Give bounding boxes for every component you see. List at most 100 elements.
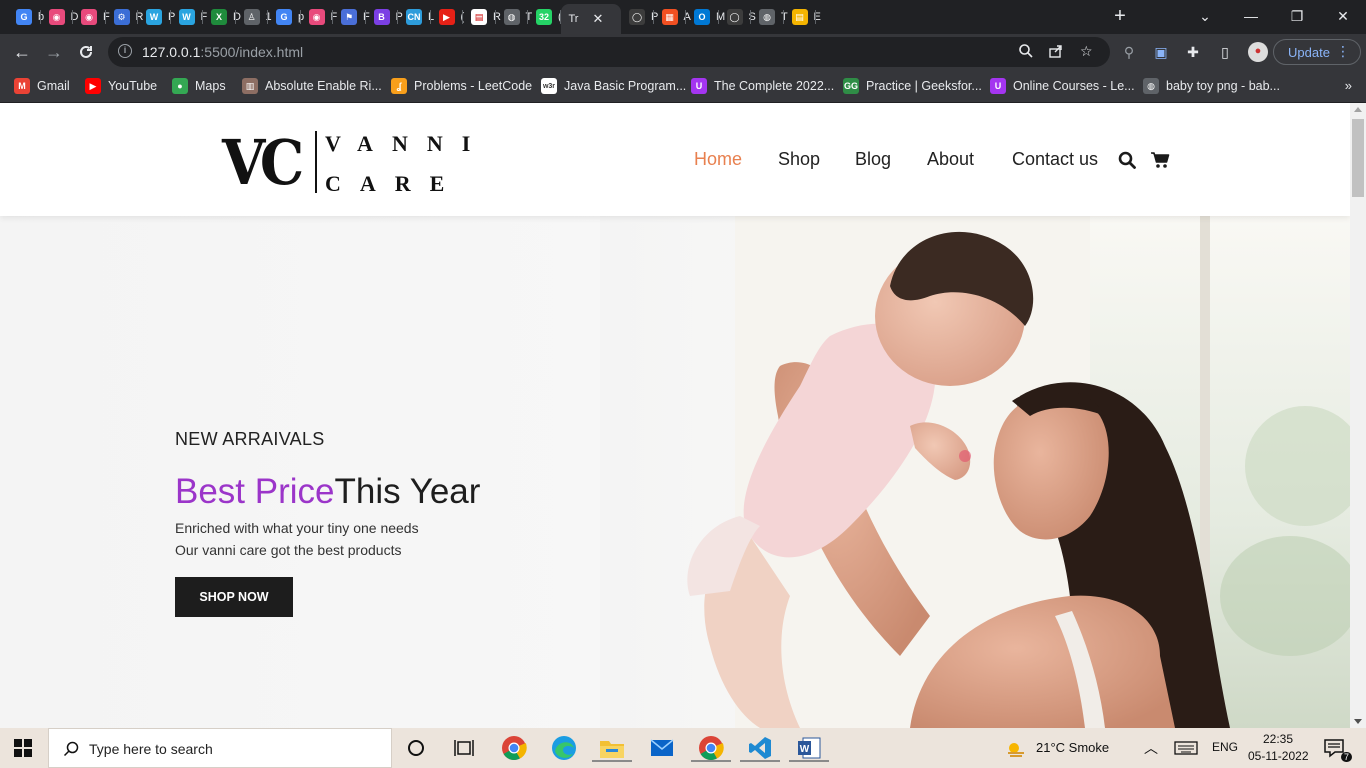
browser-tab[interactable]: ⚙ R	[106, 4, 143, 30]
mail-icon[interactable]	[648, 734, 676, 762]
bookmark-item[interactable]: U The Complete 2022...	[691, 77, 834, 95]
update-button[interactable]: Update ⋮	[1273, 39, 1361, 65]
scroll-down-icon[interactable]	[1354, 719, 1362, 724]
file-explorer-icon[interactable]	[592, 734, 632, 762]
browser-tab[interactable]: 32(	[528, 4, 562, 30]
nav-contact[interactable]: Contact us	[1012, 149, 1098, 170]
tab-favicon-icon: W	[178, 9, 195, 25]
tab-search-icon[interactable]: ⌄	[1182, 0, 1228, 32]
browser-tab[interactable]: WP	[138, 4, 175, 30]
more-bookmarks-icon[interactable]: »	[1345, 78, 1352, 93]
windows-taskbar: Type here to search W 21°C Smoke ︿ ENG 2…	[0, 728, 1366, 768]
menu-icon[interactable]: ⋮	[1336, 43, 1350, 60]
page-scrollbar[interactable]	[1350, 103, 1366, 728]
scroll-up-icon[interactable]	[1354, 107, 1362, 112]
address-bar[interactable]: i 127.0.0.1:5500/index.html ☆	[108, 37, 1110, 67]
bookmark-item[interactable]: ● Maps	[172, 77, 226, 95]
extension-icon[interactable]: ▣	[1152, 43, 1170, 61]
bookmark-item[interactable]: ▥ Absolute Enable Ri...	[242, 77, 382, 95]
clock-time[interactable]: 22:35	[1263, 732, 1293, 746]
bookmark-item[interactable]: M Gmail	[14, 77, 70, 95]
extensions-puzzle-icon[interactable]: ✚	[1184, 43, 1202, 61]
task-view-icon[interactable]	[450, 734, 478, 762]
scrollbar-thumb[interactable]	[1352, 119, 1364, 197]
browser-tab[interactable]: ◍ T	[496, 4, 532, 30]
browser-tab[interactable]: ◍ T	[751, 4, 788, 30]
browser-tab[interactable]: Tr ✕	[560, 4, 621, 34]
bookmark-item[interactable]: ʆ Problems - LeetCode	[391, 77, 532, 95]
hero-eyebrow: NEW ARRAIVALS	[175, 429, 325, 449]
bookmark-item[interactable]: U Online Courses - Le...	[990, 77, 1135, 95]
zoom-icon[interactable]	[1018, 43, 1034, 62]
browser-tab[interactable]: BP	[366, 4, 403, 30]
edge-icon[interactable]	[550, 734, 578, 762]
bookmarks-bar: » M Gmail ▶ YouTube ● Maps ▥ Absolute Enable Ri…	[0, 70, 1366, 103]
weather-icon[interactable]	[1002, 734, 1030, 762]
browser-tab[interactable]: ♙ 1	[236, 4, 272, 30]
browser-tab[interactable]: ▤ E	[784, 4, 821, 30]
browser-tab[interactable]: ⚑ F	[333, 4, 370, 30]
browser-tab[interactable]: Gp	[268, 4, 304, 30]
nav-home[interactable]: Home	[694, 149, 742, 170]
browser-tab[interactable]: ◯ S	[719, 4, 756, 30]
side-panel-icon[interactable]: ▯	[1216, 43, 1234, 61]
browser-tab[interactable]: ▶(	[431, 4, 464, 30]
taskbar-search-box[interactable]: Type here to search	[48, 728, 392, 768]
browser-tab[interactable]: Gb	[8, 4, 44, 30]
browser-toolbar: ← → i 127.0.0.1:5500/index.html ☆ ⚲ ▣ ✚ …	[0, 34, 1366, 70]
extension-icon[interactable]: ⚲	[1120, 43, 1138, 61]
bookmark-item[interactable]: GG Practice | Geeksfor...	[843, 77, 982, 95]
chrome-icon[interactable]	[500, 734, 528, 762]
tab-favicon-icon: ▤	[471, 9, 487, 25]
close-tab-icon[interactable]: ✕	[592, 11, 603, 27]
browser-tab[interactable]: ◉ D	[41, 4, 78, 30]
tab-favicon-icon: ◯	[629, 9, 645, 25]
search-icon[interactable]	[1118, 151, 1136, 174]
browser-tab[interactable]: CN L	[398, 4, 434, 30]
bookmark-item[interactable]: w3r Java Basic Program...	[541, 77, 686, 95]
chrome-icon[interactable]	[691, 734, 731, 762]
browser-tab[interactable]: ▤ R	[463, 4, 501, 30]
browser-tab[interactable]: ◉ F	[73, 4, 110, 30]
word-icon[interactable]: W	[789, 734, 829, 762]
browser-tab[interactable]: XD	[203, 4, 241, 30]
close-window-icon[interactable]: ✕	[1320, 0, 1366, 32]
browser-tab[interactable]: WF	[171, 4, 207, 30]
notifications-icon[interactable]: 7	[1320, 734, 1352, 762]
bookmark-item[interactable]: ▶ YouTube	[85, 77, 157, 95]
restore-icon[interactable]: ❐	[1274, 0, 1320, 32]
bookmark-item[interactable]: ◍ baby toy png - bab...	[1143, 77, 1280, 95]
chevron-up-icon[interactable]: ︿	[1144, 738, 1158, 758]
back-icon[interactable]: ←	[10, 40, 34, 64]
cart-icon[interactable]	[1150, 151, 1170, 174]
share-icon[interactable]	[1048, 43, 1064, 62]
shop-now-button[interactable]: SHOP NOW	[175, 577, 293, 617]
cortana-icon[interactable]	[402, 734, 430, 762]
new-tab-icon[interactable]: +	[1110, 6, 1130, 26]
minimize-icon[interactable]: —	[1228, 0, 1274, 32]
browser-tab[interactable]: ◯ P	[621, 4, 658, 30]
site-logo[interactable]: VC VANNI CARE	[222, 126, 470, 199]
browser-tab[interactable]: OM	[686, 4, 725, 30]
tab-favicon-icon: G	[16, 9, 32, 25]
language-indicator[interactable]: ENG	[1212, 740, 1238, 754]
logo-monogram: VC	[222, 126, 304, 199]
tab-favicon-icon: ◯	[726, 9, 743, 25]
weather-text[interactable]: 21°C Smoke	[1036, 740, 1109, 755]
keyboard-icon[interactable]	[1172, 734, 1200, 762]
nav-blog[interactable]: Blog	[855, 149, 891, 170]
bookmark-star-icon[interactable]: ☆	[1080, 43, 1093, 60]
reload-icon[interactable]	[74, 40, 98, 64]
browser-tab[interactable]: ◉ F	[301, 4, 337, 30]
vscode-icon[interactable]	[740, 734, 780, 762]
url-text[interactable]: 127.0.0.1:5500/index.html	[142, 44, 303, 60]
site-info-icon[interactable]: i	[118, 44, 132, 58]
nav-about[interactable]: About	[927, 149, 974, 170]
windows-start-icon[interactable]	[14, 739, 32, 762]
forward-icon[interactable]: →	[42, 40, 66, 64]
profile-avatar[interactable]: ●	[1248, 42, 1268, 62]
browser-tab[interactable]: ▦ A	[654, 4, 691, 30]
nav-shop[interactable]: Shop	[778, 149, 820, 170]
logo-word-top: VANNI	[325, 131, 490, 156]
clock-date[interactable]: 05-11-2022	[1248, 749, 1309, 763]
